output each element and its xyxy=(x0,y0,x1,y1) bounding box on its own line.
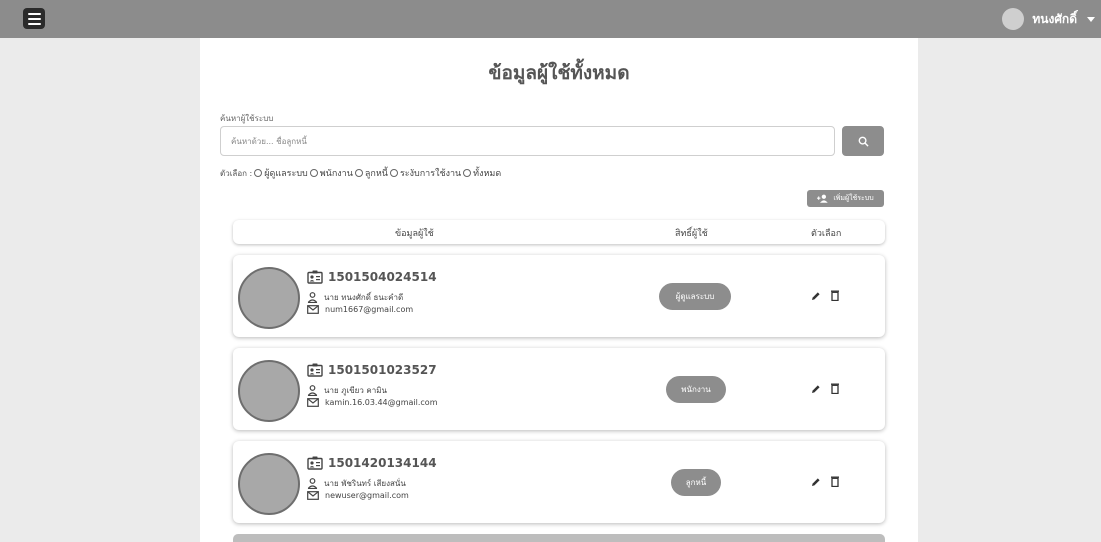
filter-label: ตัวเลือก : xyxy=(220,168,253,178)
pencil-icon[interactable] xyxy=(811,291,821,301)
main-panel: ข้อมูลผู้ใช้ทั้งหมด ค้นหาผู้ใช้ระบบ ตัวเ… xyxy=(200,38,918,542)
user-id: 1501504024514 xyxy=(328,270,437,284)
column-permission: สิทธิ์ผู้ใช้ xyxy=(675,229,708,239)
mail-icon xyxy=(307,305,319,314)
radio-icon[interactable] xyxy=(463,169,472,177)
role-badge: พนักงาน xyxy=(666,376,726,403)
next-row-partial xyxy=(233,534,885,542)
search-button[interactable] xyxy=(842,126,884,156)
id-card-icon xyxy=(307,270,323,284)
search-input[interactable] xyxy=(220,126,835,156)
pencil-icon[interactable] xyxy=(811,384,821,394)
search-label: ค้นหาผู้ใช้ระบบ xyxy=(220,114,274,123)
filter-admin[interactable]: ผู้ดูแลระบบ xyxy=(254,166,308,180)
user-menu[interactable]: ทนงศักดิ์ xyxy=(1002,7,1095,31)
table-header: ข้อมูลผู้ใช้ สิทธิ์ผู้ใช้ ตัวเลือก xyxy=(233,220,885,244)
id-card-icon xyxy=(307,456,323,470)
radio-icon[interactable] xyxy=(254,169,263,177)
user-email: kamin.16.03.44@gmail.com xyxy=(325,398,438,407)
role-badge: ลูกหนี้ xyxy=(671,469,721,496)
filter-debtor[interactable]: ลูกหนี้ xyxy=(354,166,388,180)
filter-staff[interactable]: พนักงาน xyxy=(309,166,353,180)
table-row: 1501420134144 นาย พัชรินทร์ เสียงสนั่น n… xyxy=(233,441,885,523)
table-row: 1501504024514 นาย ทนงศักดิ์ ธนะคำดี num1… xyxy=(233,255,885,337)
top-bar: ทนงศักดิ์ xyxy=(0,0,1101,38)
user-name: นาย พัชรินทร์ เสียงสนั่น xyxy=(324,479,406,488)
id-card-icon xyxy=(307,363,323,377)
person-icon xyxy=(307,292,318,303)
trash-icon[interactable] xyxy=(831,290,839,301)
filter-options: ตัวเลือก : ผู้ดูแลระบบ พนักงาน ลูกหนี้ ร… xyxy=(220,166,503,180)
role-badge: ผู้ดูแลระบบ xyxy=(659,283,731,310)
user-name: ทนงศักดิ์ xyxy=(1032,11,1077,26)
column-user-info: ข้อมูลผู้ใช้ xyxy=(395,229,434,239)
menu-icon[interactable] xyxy=(23,8,45,29)
user-email: num1667@gmail.com xyxy=(325,305,414,314)
pencil-icon[interactable] xyxy=(811,477,821,487)
radio-icon[interactable] xyxy=(309,169,318,177)
chevron-down-icon xyxy=(1087,16,1095,22)
filter-suspended[interactable]: ระงับการใช้งาน xyxy=(389,166,461,180)
user-name: นาย ทนงศักดิ์ ธนะคำดี xyxy=(324,293,404,302)
user-id: 1501420134144 xyxy=(328,456,437,470)
user-name: นาย ภูเขียว คามิน xyxy=(324,386,387,395)
add-user-button[interactable]: เพิ่มผู้ใช้ระบบ xyxy=(807,190,884,207)
avatar xyxy=(238,453,300,515)
user-id: 1501501023527 xyxy=(328,363,437,377)
page-title: ข้อมูลผู้ใช้ทั้งหมด xyxy=(488,62,630,84)
radio-icon[interactable] xyxy=(354,169,363,177)
radio-icon[interactable] xyxy=(389,169,398,177)
avatar xyxy=(238,267,300,329)
person-icon xyxy=(307,478,318,489)
table-row: 1501501023527 นาย ภูเขียว คามิน kamin.16… xyxy=(233,348,885,430)
trash-icon[interactable] xyxy=(831,476,839,487)
avatar xyxy=(238,360,300,422)
person-icon xyxy=(307,385,318,396)
filter-all[interactable]: ทั้งหมด xyxy=(463,166,501,180)
user-email: newuser@gmail.com xyxy=(325,491,409,500)
trash-icon[interactable] xyxy=(831,383,839,394)
search-icon xyxy=(858,136,869,147)
mail-icon xyxy=(307,491,319,500)
column-options: ตัวเลือก xyxy=(811,229,842,239)
mail-icon xyxy=(307,398,319,407)
add-user-icon xyxy=(817,194,829,203)
avatar xyxy=(1002,8,1025,30)
